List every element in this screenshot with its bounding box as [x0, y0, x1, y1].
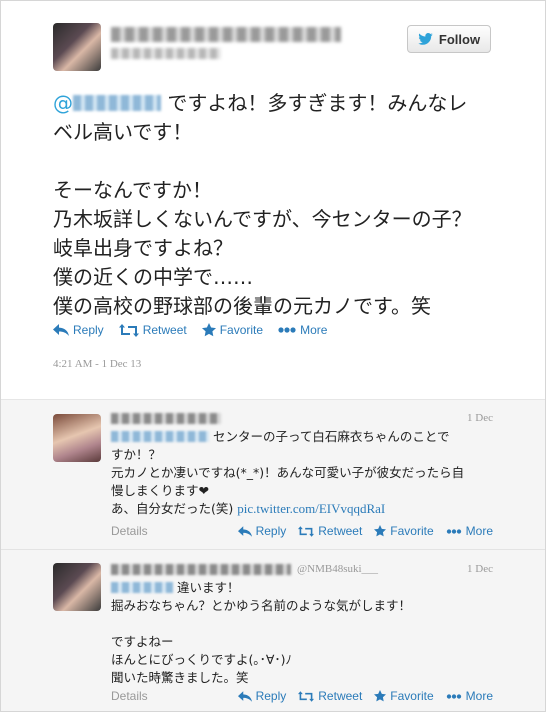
reply-line: あ、自分女だった(笑) — [111, 501, 238, 516]
reply-label: Reply — [255, 524, 287, 538]
twitter-bird-icon — [418, 33, 433, 45]
favorite-label: Favorite — [390, 524, 434, 538]
more-dots-icon — [446, 528, 461, 534]
star-icon — [201, 323, 216, 337]
reply-avatar[interactable] — [53, 563, 101, 611]
reply-line: センターの子って白石麻衣ちゃんのことで — [213, 429, 450, 444]
tweet-line-5: 岐阜出身ですよね？ — [53, 236, 233, 260]
reply-line: 元カノとか凄いですね(*_*)！あんな可愛い子が彼女だったら自 — [111, 465, 465, 480]
retweet-action[interactable]: Retweet — [298, 689, 362, 703]
reply-icon — [53, 324, 69, 336]
mention-at[interactable]: @ — [53, 91, 73, 115]
more-label: More — [465, 524, 493, 538]
more-label: More — [300, 323, 328, 337]
tweet-line-2: ベル高いです！ — [53, 120, 193, 144]
reply-line: 掘みおなちゃん？とかゆう名前のような気がします！ — [111, 598, 412, 613]
tweet-line-7: 僕の高校の野球部の後輩の元カノです。笑 — [53, 294, 431, 318]
reply-actions: Details Reply Retweet Favorite More — [111, 689, 493, 703]
retweet-icon — [298, 690, 315, 702]
reply-text: 違います！ 掘みおなちゃん？とかゆう名前のような気がします！ ですよねー ほんと… — [111, 579, 491, 687]
reply-divider — [1, 549, 545, 550]
reply-name-blurred[interactable] — [111, 564, 291, 575]
reply-action[interactable]: Reply — [237, 689, 287, 703]
more-dots-icon — [278, 327, 296, 333]
author-avatar[interactable] — [53, 23, 101, 71]
reply-mention-blurred[interactable] — [111, 582, 173, 593]
reply-action[interactable]: Reply — [53, 323, 104, 337]
retweet-icon — [118, 323, 139, 337]
star-icon — [374, 525, 387, 537]
reply-header: 1 Dec — [111, 412, 493, 426]
retweet-action[interactable]: Retweet — [118, 323, 187, 337]
reply-mention-blurred[interactable] — [111, 431, 209, 442]
reply-line: 慢しまくります — [111, 483, 199, 498]
favorite-action[interactable]: Favorite — [374, 689, 434, 703]
favorite-action[interactable]: Favorite — [201, 323, 264, 337]
author-name-blurred — [111, 27, 341, 42]
retweet-icon — [298, 525, 315, 537]
pic-link[interactable]: pic.twitter.com/EIVvqqdRaI — [237, 501, 385, 516]
author-identity[interactable] — [111, 27, 341, 59]
tweet-timestamp[interactable]: 4:21 AM - 1 Dec 13 — [53, 358, 141, 370]
main-tweet: Follow @ ですよね！多すぎます！みんなレ ベル高いです！ そーなんですか… — [1, 1, 545, 373]
follow-button[interactable]: Follow — [407, 25, 491, 53]
mention-username-blurred[interactable] — [73, 95, 161, 111]
reply-header: @NMB48suki___ 1 Dec — [111, 563, 493, 577]
tweet-text: @ ですよね！多すぎます！みんなレ ベル高いです！ そーなんですか！ 乃木坂詳し… — [53, 89, 493, 321]
reply-name-blurred[interactable] — [111, 413, 221, 424]
heart-icon: ❤ — [198, 483, 209, 498]
tweet-line-1: @ ですよね！多すぎます！みんなレ — [53, 89, 493, 118]
favorite-label: Favorite — [390, 689, 434, 703]
tweet-line-1-text: ですよね！多すぎます！みんなレ — [161, 91, 468, 115]
reply-action[interactable]: Reply — [237, 524, 287, 538]
reply-item: 1 Dec センターの子って白石麻衣ちゃんのことで すか！？ 元カノとか凄いです… — [53, 412, 493, 542]
retweet-label: Retweet — [318, 524, 363, 538]
author-handle-blurred — [111, 48, 221, 59]
reply-line: 違います！ — [177, 580, 240, 595]
follow-button-label: Follow — [438, 31, 481, 47]
tweet-line-3: そーなんですか！ — [53, 178, 212, 202]
reply-icon — [237, 525, 252, 537]
more-action[interactable]: More — [278, 323, 327, 337]
reply-text: センターの子って白石麻衣ちゃんのことで すか！？ 元カノとか凄いですね(*_*)… — [111, 428, 491, 518]
reply-actions: Details Reply Retweet Favorite More — [111, 524, 493, 538]
reply-icon — [237, 690, 252, 702]
star-icon — [374, 690, 387, 702]
reply-item: @NMB48suki___ 1 Dec 違います！ 掘みおなちゃん？とかゆう名前… — [53, 563, 493, 708]
reply-line: 聞いた時驚きました。笑 — [111, 670, 249, 685]
tweet-actions: Reply Retweet Favorite More — [53, 323, 327, 337]
retweet-label: Retweet — [142, 323, 187, 337]
reply-line: ですよねー — [111, 634, 174, 649]
favorite-action[interactable]: Favorite — [374, 524, 434, 538]
more-label: More — [465, 689, 493, 703]
reply-handle[interactable]: @NMB48suki___ — [297, 563, 378, 575]
reply-line: ほんとにびっくりですよ(｡･∀･)ﾉ — [111, 652, 292, 667]
reply-label: Reply — [255, 689, 287, 703]
retweet-action[interactable]: Retweet — [298, 524, 362, 538]
more-action[interactable]: More — [446, 689, 493, 703]
reply-avatar[interactable] — [53, 414, 101, 462]
more-action[interactable]: More — [446, 524, 493, 538]
tweet-permalink-card: Follow @ ですよね！多すぎます！みんなレ ベル高いです！ そーなんですか… — [0, 0, 546, 712]
retweet-label: Retweet — [318, 689, 363, 703]
favorite-label: Favorite — [219, 323, 264, 337]
reply-date[interactable]: 1 Dec — [467, 412, 493, 424]
reply-date[interactable]: 1 Dec — [467, 563, 493, 575]
reply-line: すか！？ — [111, 447, 162, 462]
tweet-line-4: 乃木坂詳しくないんですが、今センターの子？ — [53, 207, 472, 231]
details-link[interactable]: Details — [111, 689, 148, 703]
replies-section: 1 Dec センターの子って白石麻衣ちゃんのことで すか！？ 元カノとか凄いです… — [1, 399, 545, 711]
tweet-line-6: 僕の近くの中学で…… — [53, 265, 253, 289]
details-link[interactable]: Details — [111, 524, 148, 538]
reply-label: Reply — [73, 323, 104, 337]
more-dots-icon — [446, 693, 461, 699]
